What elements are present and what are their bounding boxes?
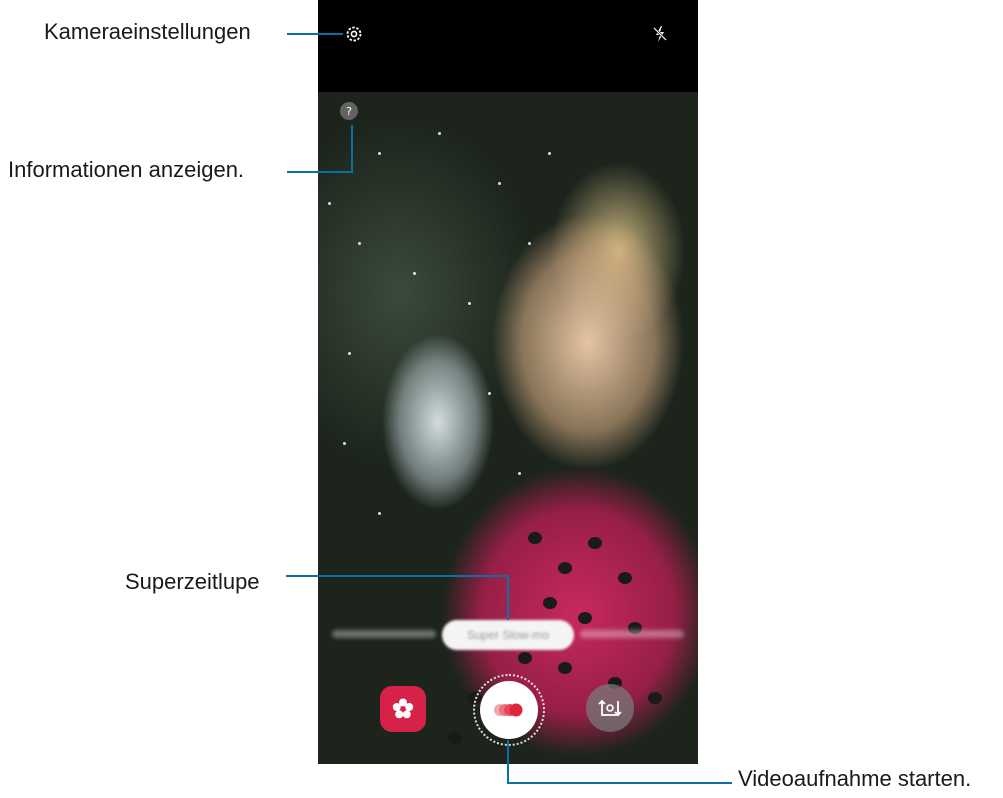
callout-line-mode — [507, 575, 509, 620]
flower-icon[interactable] — [380, 686, 426, 732]
mode-super-slow-mo[interactable]: Super Slow-mo — [442, 620, 574, 650]
question-icon[interactable]: ? — [340, 102, 358, 120]
camera-screen: ? Super Slow-mo — [318, 0, 698, 764]
mode-chip-label: Super Slow-mo — [466, 628, 550, 642]
callout-line-info — [351, 125, 353, 173]
switch-camera-icon[interactable] — [586, 684, 634, 732]
callout-line-record — [507, 782, 732, 784]
info-button-label: ? — [346, 104, 352, 118]
callout-line-settings — [287, 33, 343, 35]
callout-show-info: Informationen anzeigen. — [8, 157, 245, 182]
mode-selector-strip — [580, 630, 684, 638]
callout-super-slow-mo: Superzeitlupe — [125, 569, 260, 594]
callout-line-record — [507, 740, 509, 784]
camera-viewfinder[interactable] — [318, 92, 698, 764]
camera-top-bar — [318, 0, 698, 92]
callout-line-mode — [286, 575, 509, 577]
callout-start-recording: Videoaufnahme starten. — [738, 766, 972, 791]
super-slow-mo-record-icon — [494, 703, 523, 717]
flash-off-icon[interactable] — [648, 22, 672, 46]
callout-line-info — [287, 171, 353, 173]
callout-camera-settings: Kameraeinstellungen — [44, 19, 251, 44]
gear-icon[interactable] — [342, 22, 366, 46]
mode-selector-strip — [332, 630, 436, 638]
record-button[interactable] — [480, 681, 538, 739]
